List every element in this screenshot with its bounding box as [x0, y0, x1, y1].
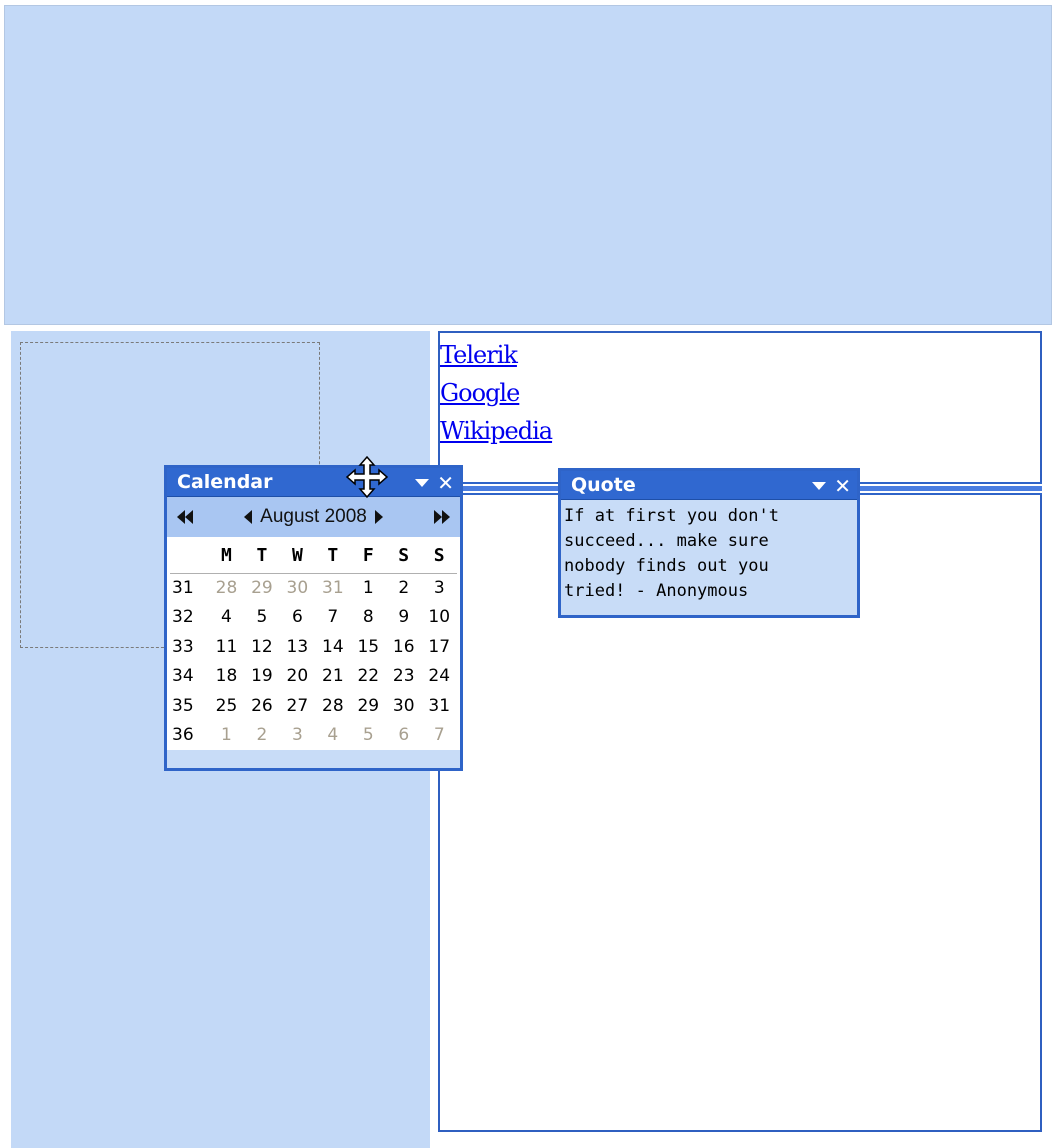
calendar-day[interactable]: 24 — [421, 662, 457, 692]
day-header: W — [279, 539, 316, 574]
calendar-day[interactable]: 21 — [315, 662, 350, 692]
calendar-day[interactable]: 18 — [209, 662, 244, 692]
calendar-day[interactable]: 7 — [315, 603, 350, 633]
calendar-week-row: 33 11 12 13 14 15 16 17 — [170, 632, 457, 662]
calendar-day[interactable]: 29 — [351, 691, 386, 721]
calendar-day[interactable]: 6 — [280, 603, 315, 633]
calendar-day[interactable]: 10 — [421, 603, 457, 633]
move-cursor-icon — [345, 455, 389, 499]
calendar-month-title[interactable]: August 2008 — [260, 506, 367, 528]
calendar-day[interactable]: 8 — [351, 603, 386, 633]
calendar-navigation: August 2008 — [167, 497, 460, 537]
week-number: 31 — [172, 578, 194, 598]
calendar-day[interactable]: 2 — [244, 721, 279, 751]
week-number: 34 — [172, 666, 194, 687]
quote-line: tried! - Anonymous — [564, 581, 749, 601]
top-dock-zone[interactable] — [4, 5, 1052, 325]
collapse-icon[interactable] — [812, 481, 827, 490]
calendar-day[interactable]: 7 — [421, 721, 457, 751]
calendar-day[interactable]: 16 — [386, 632, 421, 662]
link-telerik[interactable]: Telerik — [440, 336, 552, 374]
calendar-day[interactable]: 29 — [244, 573, 279, 603]
calendar-week-row: 36 1 2 3 4 5 6 7 — [170, 721, 457, 751]
calendar-day[interactable]: 22 — [351, 662, 386, 692]
calendar-dock[interactable]: Calendar ✕ August 2008 M T W T F S S 31 … — [164, 465, 463, 771]
calendar-day[interactable]: 15 — [351, 632, 386, 662]
day-header-row: M T W T F S S — [170, 539, 457, 574]
link-wikipedia[interactable]: Wikipedia — [440, 412, 553, 450]
day-header: S — [386, 539, 422, 574]
week-number: 32 — [172, 607, 194, 628]
calendar-day[interactable]: 26 — [244, 691, 279, 721]
day-header: M — [208, 539, 245, 574]
calendar-day[interactable]: 14 — [315, 632, 350, 662]
close-icon[interactable]: ✕ — [437, 473, 454, 493]
quote-text: If at first you don't succeed... make su… — [561, 500, 857, 608]
day-header: S — [421, 539, 457, 574]
calendar-day[interactable]: 31 — [421, 691, 457, 721]
quote-dock-title: Quote — [571, 474, 636, 496]
calendar-day[interactable]: 3 — [280, 721, 315, 751]
calendar-day[interactable]: 4 — [209, 603, 244, 633]
next-icon[interactable] — [374, 510, 383, 524]
calendar-week-row: 34 18 19 20 21 22 23 24 — [170, 662, 457, 692]
calendar-day[interactable]: 23 — [386, 662, 421, 692]
calendar-day[interactable]: 11 — [209, 632, 244, 662]
calendar-grid-container: M T W T F S S 31 28 29 30 31 1 2 3 32 4 5 6 7 8 9 10 33 1… — [167, 537, 460, 750]
calendar-day[interactable]: 28 — [209, 573, 244, 603]
calendar-day[interactable]: 25 — [209, 691, 244, 721]
collapse-icon[interactable] — [415, 478, 430, 487]
quote-dock[interactable]: Quote ✕ If at first you don't succeed...… — [558, 468, 860, 618]
week-header — [170, 539, 209, 574]
calendar-day[interactable]: 6 — [386, 721, 421, 751]
calendar-day[interactable]: 31 — [315, 573, 350, 603]
calendar-day[interactable]: 2 — [386, 573, 421, 603]
close-icon[interactable]: ✕ — [834, 476, 851, 496]
calendar-day[interactable]: 30 — [280, 573, 315, 603]
calendar-day[interactable]: 5 — [244, 603, 279, 633]
day-header: T — [244, 539, 280, 574]
link-google[interactable]: Google — [440, 374, 552, 412]
calendar-day[interactable]: 3 — [421, 573, 457, 603]
fast-prev-icon[interactable] — [177, 510, 193, 524]
calendar-day[interactable]: 5 — [351, 721, 386, 751]
calendar-day[interactable]: 28 — [315, 691, 350, 721]
calendar-dock-titlebar[interactable]: Calendar ✕ — [167, 468, 460, 497]
collapsed-dock-bar-left[interactable] — [462, 482, 562, 495]
quote-line: If at first you don't — [564, 506, 779, 526]
calendar-day[interactable]: 13 — [280, 632, 315, 662]
calendar-day[interactable]: 4 — [315, 721, 350, 751]
calendar-grid: M T W T F S S 31 28 29 30 31 1 2 3 32 4 5 6 7 8 9 10 33 1… — [170, 539, 457, 750]
day-header: T — [315, 539, 351, 574]
calendar-day[interactable]: 1 — [351, 573, 386, 603]
quote-dock-titlebar[interactable]: Quote ✕ — [561, 471, 857, 500]
fast-next-icon[interactable] — [433, 510, 450, 524]
calendar-day[interactable]: 30 — [386, 691, 421, 721]
calendar-day[interactable]: 19 — [244, 662, 279, 692]
links-list: Telerik Google Wikipedia — [440, 336, 553, 450]
calendar-week-row: 32 4 5 6 7 8 9 10 — [170, 603, 457, 633]
calendar-day[interactable]: 17 — [421, 632, 457, 662]
calendar-week-row: 31 28 29 30 31 1 2 3 — [170, 573, 457, 603]
day-header: F — [350, 539, 386, 574]
calendar-dock-title: Calendar — [177, 471, 273, 493]
calendar-day[interactable]: 9 — [386, 603, 421, 633]
calendar-day[interactable]: 12 — [244, 632, 279, 662]
week-number: 35 — [172, 695, 194, 716]
collapsed-dock-bar-right[interactable] — [856, 482, 1042, 495]
quote-line: nobody finds out you — [564, 556, 769, 576]
prev-icon[interactable] — [244, 510, 253, 524]
calendar-day[interactable]: 1 — [209, 721, 244, 751]
right-dock-zone[interactable] — [438, 331, 1042, 1132]
week-number: 36 — [172, 725, 194, 746]
calendar-day[interactable]: 20 — [280, 662, 315, 692]
calendar-week-row: 35 25 26 27 28 29 30 31 — [170, 691, 457, 721]
quote-line: succeed... make sure — [564, 531, 769, 551]
calendar-day[interactable]: 27 — [280, 691, 315, 721]
week-number: 33 — [172, 636, 194, 657]
